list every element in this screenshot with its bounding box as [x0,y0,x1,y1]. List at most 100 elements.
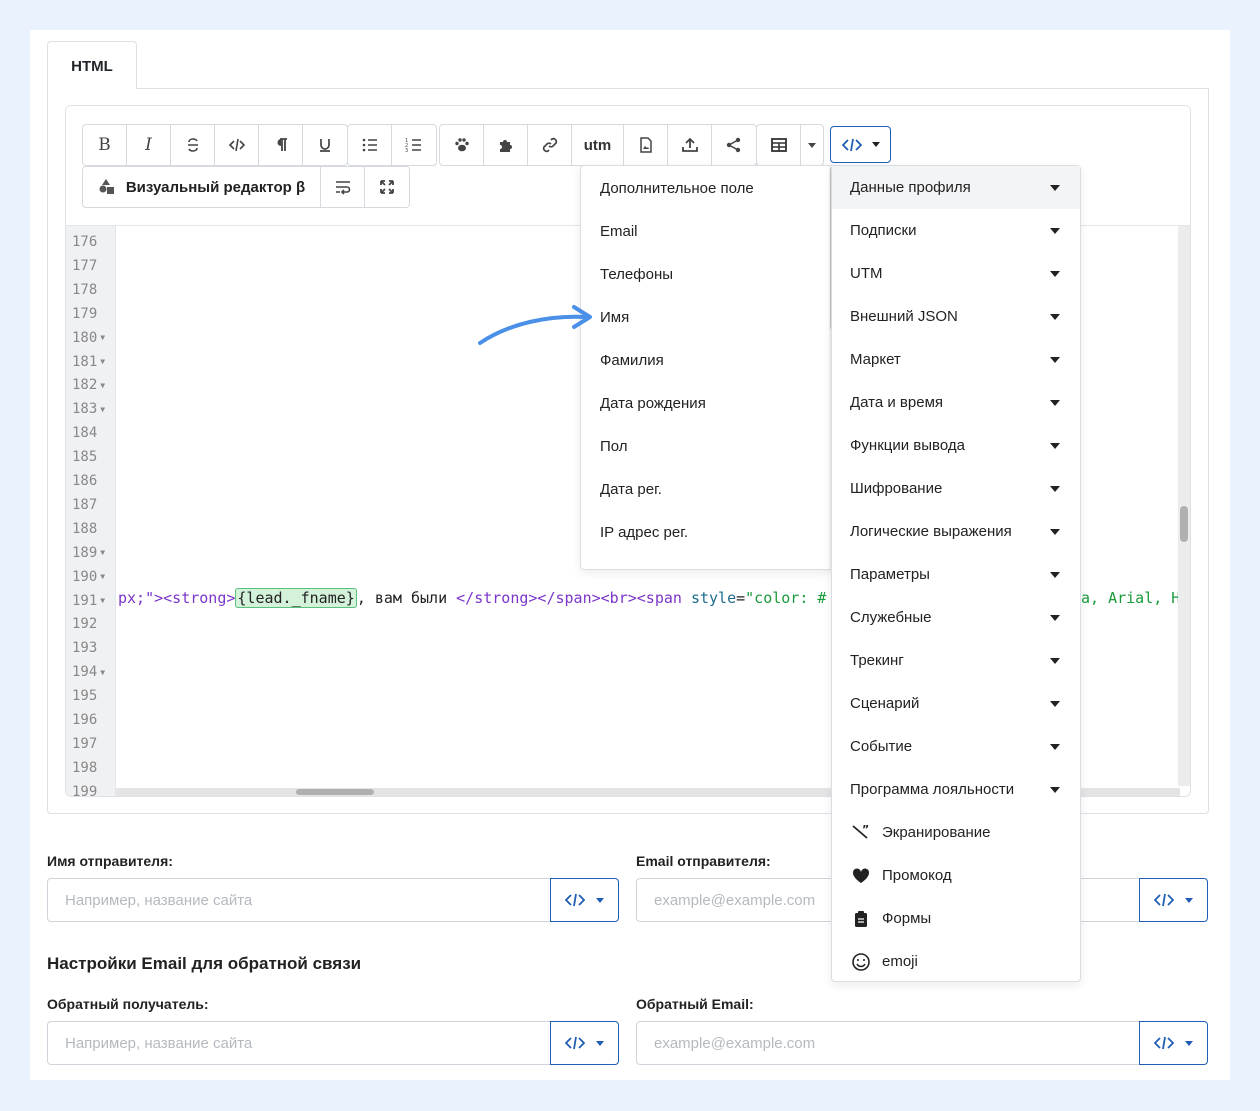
code-button[interactable] [215,125,259,165]
code-token: <strong> [163,589,236,607]
line-number-text: 196 [72,712,98,728]
code-token: </strong></span><br><span [456,589,691,607]
field-menu-item[interactable]: Пол [600,438,628,455]
reply-email-input[interactable]: example@example.com [636,1021,1140,1065]
variables-menu-item[interactable]: UTM [832,252,1080,295]
paragraph-button[interactable] [259,125,303,165]
vertical-scroll-thumb[interactable] [1180,506,1188,542]
variables-menu-item[interactable]: Подписки [832,209,1080,252]
reply-email-label: Обратный Email: [636,996,754,1012]
bold-button[interactable]: B [83,125,127,165]
variables-menu-item[interactable]: Служебные [832,596,1080,639]
line-number-text: 176 [72,234,98,250]
variables-menu-item[interactable]: Маркет [832,338,1080,381]
file-button[interactable] [624,125,668,165]
tab-html[interactable]: HTML [47,41,137,89]
menu-item-label: Шифрование [850,480,943,497]
field-menu-item[interactable]: Дополнительное поле [600,180,754,197]
field-menu-item[interactable]: Дата рег. [600,481,662,498]
field-menu-item[interactable]: Дата рождения [600,395,706,412]
code-icon [228,138,245,152]
variables-menu-item[interactable]: Данные профиля [832,166,1080,209]
variables-dropdown: Данные профиля Подписки UTM Внешний JSON Мар… [831,165,1081,982]
variables-menu-item[interactable]: Дата и время [832,381,1080,424]
code-icon [1154,893,1174,907]
field-menu-item[interactable]: IP адрес рег. [600,524,688,541]
sender-name-input[interactable]: Например, название сайта [47,878,551,922]
line-number: 188 [72,521,116,537]
reply-recipient-input[interactable]: Например, название сайта [47,1021,551,1065]
link-button[interactable] [528,125,572,165]
line-number: 186 [72,473,116,489]
insert-variable-button[interactable] [830,126,891,163]
variables-menu-item[interactable]: Программа лояльности [832,768,1080,811]
menu-item-label: Служебные [850,609,932,626]
table-icon [770,138,787,152]
fold-arrow-icon[interactable]: ▼ [100,572,105,581]
variables-menu-item[interactable]: Параметры [832,553,1080,596]
field-menu-item[interactable]: Телефоны [600,266,673,283]
variables-menu-item[interactable]: Сценарий [832,682,1080,725]
italic-button[interactable]: I [127,125,171,165]
strikethrough-button[interactable] [171,125,215,165]
field-menu-item[interactable]: Email [600,223,638,240]
sender-email-variable-button[interactable] [1139,878,1208,922]
horizontal-scroll-thumb[interactable] [296,789,374,795]
table-dropdown-button[interactable] [801,125,823,165]
reply-email-variable-button[interactable] [1139,1021,1208,1065]
fold-arrow-icon[interactable]: ▼ [100,548,105,557]
underline-button[interactable] [303,125,347,165]
field-menu-item[interactable]: Г [600,567,608,569]
paw-button[interactable] [440,125,484,165]
share-icon [726,137,741,153]
sender-name-variable-button[interactable] [550,878,619,922]
share-button[interactable] [712,125,756,165]
caret-down-icon [1050,270,1060,277]
field-menu-item[interactable]: Имя [600,309,629,326]
code-icon [1154,1036,1174,1050]
caret-down-icon [1050,442,1060,449]
variables-menu-item[interactable]: ” Экранирование [832,811,1080,854]
variables-menu-item[interactable]: Событие [832,725,1080,768]
numbered-list-icon: 123 [405,138,421,154]
fold-arrow-icon[interactable]: ▼ [100,668,105,677]
variables-menu-item[interactable]: Шифрование [832,467,1080,510]
vertical-scrollbar[interactable] [1178,226,1190,786]
fullscreen-button[interactable] [365,167,409,207]
variables-menu-item[interactable]: Логические выражения [832,510,1080,553]
caret-down-icon [1050,184,1060,191]
menu-item-label: Маркет [850,351,901,368]
line-number: 197 [72,736,116,752]
line-number: 176 [72,234,116,250]
fold-arrow-icon[interactable]: ▼ [100,333,105,342]
bullet-list-button[interactable] [348,125,392,165]
line-number-text: 180 [72,329,98,346]
utm-button[interactable]: utm [572,125,624,165]
reply-recipient-variable-button[interactable] [550,1021,619,1065]
numbered-list-button[interactable]: 123 [392,125,436,165]
puzzle-button[interactable] [484,125,528,165]
line-number-text: 192 [72,616,98,633]
code-line-191-tail: a, Arial, H [1081,589,1180,607]
fold-arrow-icon[interactable]: ▼ [100,596,105,605]
upload-button[interactable] [668,125,712,165]
caret-down-icon [1050,657,1060,664]
variables-menu-item[interactable]: Промокод [832,854,1080,897]
variables-menu-item[interactable]: Трекинг [832,639,1080,682]
variables-menu-item[interactable]: Функции вывода [832,424,1080,467]
wrap-button[interactable] [321,167,365,207]
line-number-text: 185 [72,449,98,466]
variables-menu-item[interactable]: Внешний JSON [832,295,1080,338]
variables-menu-item[interactable]: emoji [832,940,1080,983]
visual-editor-button[interactable]: Визуальный редактор β [83,167,321,207]
menu-item-label: Параметры [850,566,930,583]
line-number-text: 189 [72,544,98,561]
table-button[interactable] [757,125,801,165]
menu-item-label: Внешний JSON [850,308,958,325]
fold-arrow-icon[interactable]: ▼ [100,405,105,414]
field-menu-item[interactable]: Фамилия [600,352,664,369]
menu-item-label: Событие [850,738,913,755]
fold-arrow-icon[interactable]: ▼ [100,357,105,366]
fold-arrow-icon[interactable]: ▼ [100,381,105,390]
variables-menu-item[interactable]: Формы [832,897,1080,940]
